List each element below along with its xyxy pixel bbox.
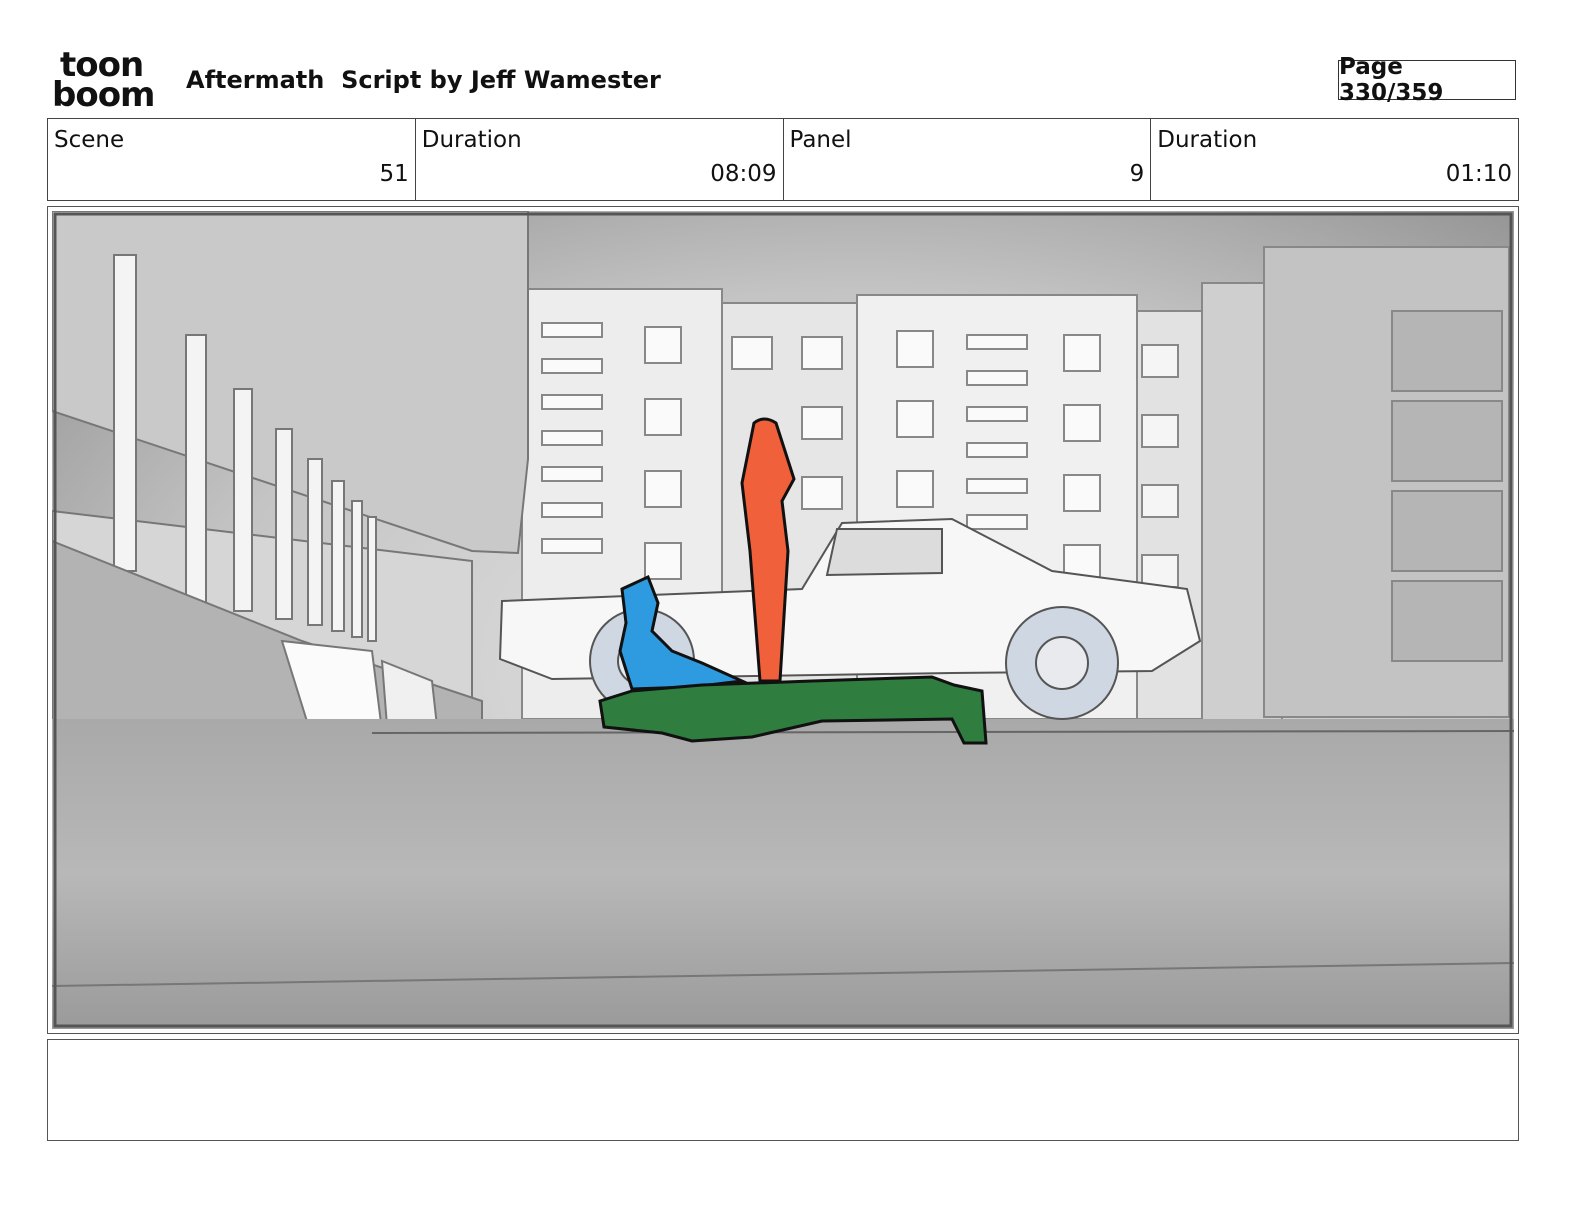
panel-value: 9 bbox=[1129, 161, 1145, 187]
scene-value: 51 bbox=[379, 161, 409, 187]
toonboom-logo: toon boom bbox=[52, 48, 164, 115]
document-title: Aftermath Script by Jeff Wamester bbox=[186, 66, 661, 94]
scene-duration-cell: Duration 08:09 bbox=[416, 119, 784, 200]
panel-duration-cell: Duration 01:10 bbox=[1151, 119, 1518, 200]
panel-notes-box bbox=[47, 1039, 1519, 1141]
panel-duration-label: Duration bbox=[1157, 127, 1258, 153]
shot-info-row: Scene 51 Duration 08:09 Panel 9 Duration… bbox=[47, 118, 1519, 201]
panel-duration-value: 01:10 bbox=[1445, 161, 1512, 187]
scene-label: Scene bbox=[54, 127, 125, 153]
panel-illustration bbox=[52, 211, 1514, 1029]
storyboard-panel bbox=[47, 206, 1519, 1034]
panel-label: Panel bbox=[789, 127, 852, 153]
scene-duration-value: 08:09 bbox=[710, 161, 777, 187]
page-indicator: Page 330/359 bbox=[1338, 54, 1516, 106]
panel-cell: Panel 9 bbox=[784, 119, 1152, 200]
scene-duration-label: Duration bbox=[421, 127, 522, 153]
overhang-structure bbox=[52, 211, 529, 773]
scene-cell: Scene 51 bbox=[48, 119, 416, 200]
logo-bottom-word: boom bbox=[52, 75, 155, 115]
